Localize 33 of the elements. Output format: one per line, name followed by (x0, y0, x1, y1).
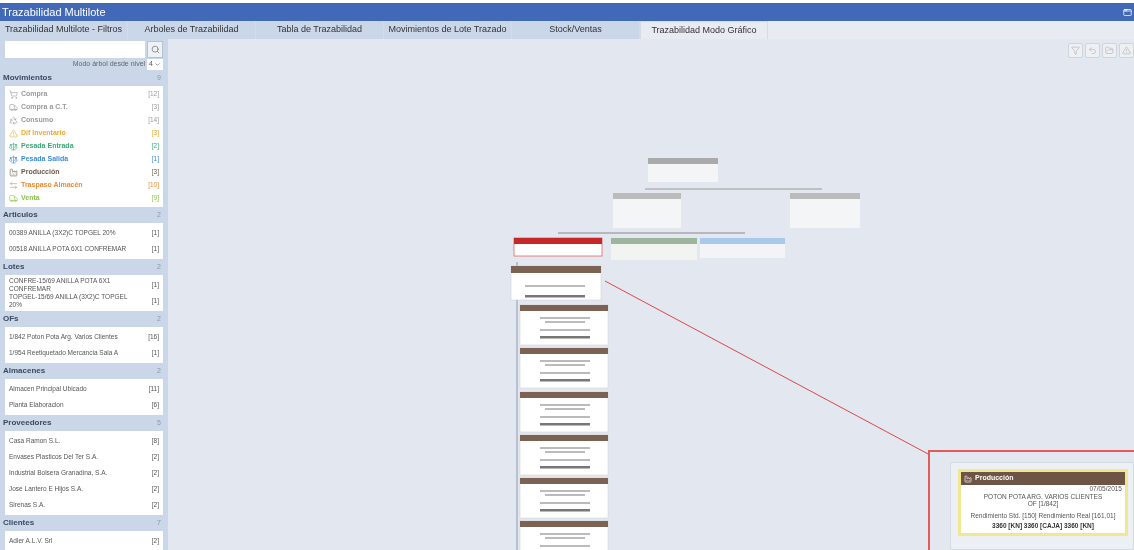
warning-icon (9, 128, 18, 138)
section-title: Clientes (3, 517, 35, 529)
tab[interactable]: Movimientos de Lote Trazado (384, 21, 512, 39)
tab[interactable]: Arboles de Trazabilidad (128, 21, 256, 39)
warning-icon[interactable] (1119, 43, 1134, 58)
truck-icon (9, 102, 18, 112)
section-title: Movimientos (3, 72, 52, 84)
filter-icon[interactable] (1068, 43, 1083, 58)
section-title: OFs (3, 313, 19, 325)
tab[interactable]: Tabla de Trazabilidad (256, 21, 384, 39)
truck-icon (9, 193, 18, 203)
factory-icon (9, 167, 18, 177)
section-title: Articulos (3, 209, 38, 221)
window-title: Trazabilidad Multilote (2, 4, 106, 20)
recycle-icon (9, 115, 18, 125)
tab[interactable]: Trazabilidad Modo Gráfico (640, 21, 768, 39)
section-title: Proveedores (3, 417, 52, 429)
transfer-icon (9, 180, 18, 190)
scale-icon (9, 154, 18, 164)
search-button[interactable] (147, 41, 163, 58)
search-icon (150, 45, 160, 54)
section-title: Lotes (3, 261, 25, 273)
search-field[interactable] (5, 41, 145, 58)
factory-icon (964, 474, 972, 483)
section-title: Almacenes (3, 365, 46, 377)
tab[interactable]: Trazabilidad Multilote - Filtros (0, 21, 128, 39)
tab[interactable]: Stock/Ventas (512, 21, 640, 39)
chevron-icon (154, 60, 161, 68)
window-icon (1123, 7, 1132, 17)
cart-icon (9, 89, 18, 99)
scale-icon (9, 141, 18, 151)
folder-icon[interactable] (1102, 43, 1117, 58)
undo-icon[interactable] (1085, 43, 1100, 58)
